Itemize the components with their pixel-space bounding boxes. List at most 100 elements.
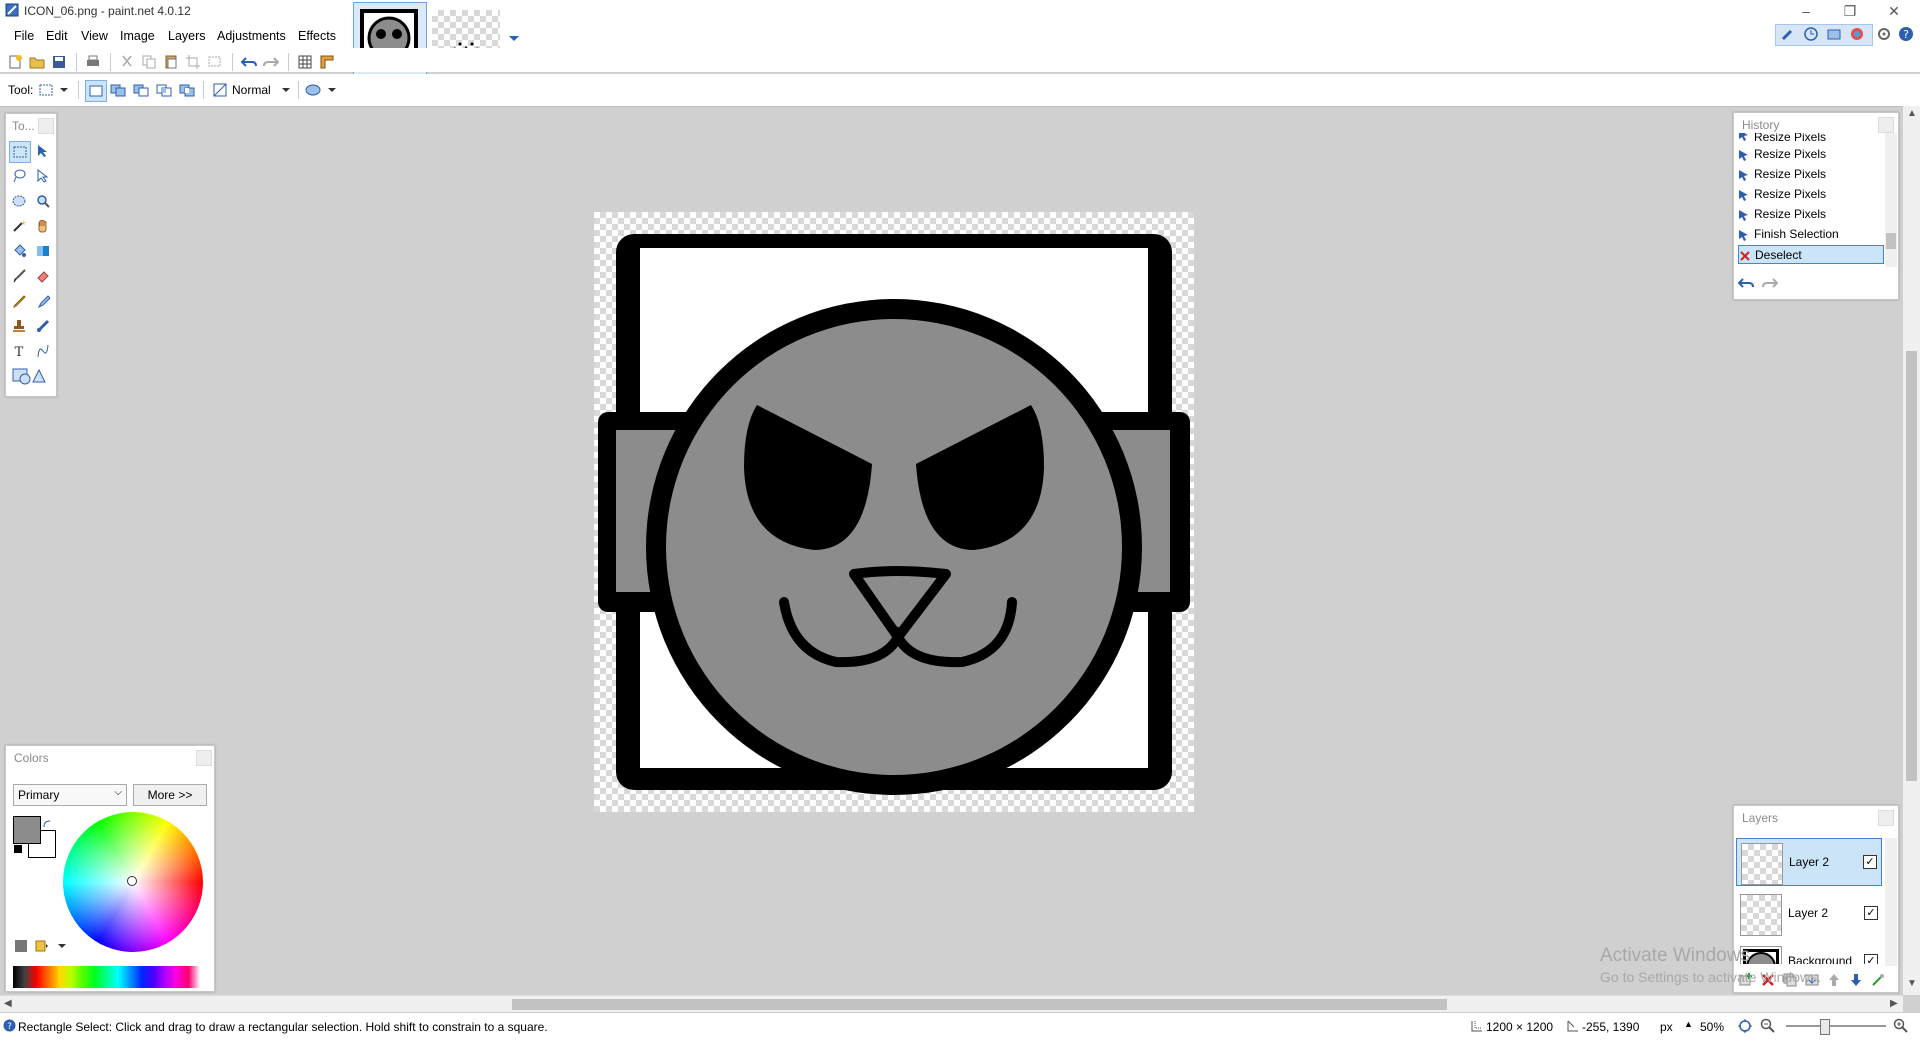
pencil-tool-icon[interactable] (9, 291, 29, 311)
paste-icon[interactable] (163, 54, 179, 70)
layer-row[interactable]: Layer 2 ✓ (1736, 890, 1882, 938)
scroll-left-icon[interactable]: ◀ (4, 998, 12, 1009)
clone-stamp-tool-icon[interactable] (9, 316, 29, 336)
colors-window-icon[interactable] (1849, 26, 1865, 42)
layer-row-selected[interactable]: Layer 2 ✓ (1736, 838, 1882, 886)
scroll-up-icon[interactable]: ▲ (1907, 108, 1917, 119)
history-item-selected[interactable]: Deselect (1738, 245, 1884, 264)
save-icon[interactable] (51, 54, 67, 70)
units-up-arrow-icon[interactable]: ▲ (1684, 1019, 1693, 1029)
more-colors-button[interactable]: More >> (133, 784, 207, 806)
selection-quality-icon[interactable] (212, 82, 228, 98)
zoom-to-window-icon[interactable] (1737, 1018, 1753, 1034)
rectangle-select-tool-icon[interactable] (9, 141, 31, 163)
color-picker-tool-icon[interactable] (33, 291, 53, 311)
selection-mode-replace[interactable] (85, 80, 107, 102)
zoom-slider[interactable] (1786, 1019, 1886, 1035)
layers-panel-close-icon[interactable] (1878, 810, 1894, 826)
menu-edit[interactable]: Edit (46, 29, 68, 43)
move-layer-up-icon[interactable] (1826, 972, 1842, 988)
history-item[interactable]: Resize Pixels (1738, 205, 1884, 224)
move-selected-pixels-tool-icon[interactable] (33, 141, 53, 161)
palette-menu-icon[interactable] (34, 938, 50, 954)
menu-adjustments[interactable]: Adjustments (217, 29, 286, 43)
help-icon[interactable]: ? (1898, 26, 1914, 42)
scroll-down-icon[interactable]: ▼ (1907, 978, 1917, 989)
history-panel-close-icon[interactable] (1878, 117, 1894, 133)
new-file-icon[interactable] (7, 54, 23, 70)
image-canvas[interactable] (594, 212, 1194, 812)
blend-mode-select[interactable]: Normal (232, 83, 271, 97)
menu-view[interactable]: View (81, 29, 108, 43)
color-wheel[interactable] (63, 812, 203, 952)
layer-visibility-checkbox[interactable]: ✓ (1864, 954, 1878, 964)
redo-icon[interactable] (263, 54, 280, 70)
menu-file[interactable]: File (14, 29, 34, 43)
zoom-slider-thumb[interactable] (1820, 1019, 1830, 1035)
selection-mode-xor-icon[interactable] (179, 82, 195, 98)
restore-icon[interactable]: ❐ (1830, 0, 1870, 22)
layer-properties-icon[interactable] (1870, 972, 1886, 988)
selection-mode-intersect-icon[interactable] (156, 82, 172, 98)
document-list-dropdown-icon[interactable] (506, 30, 522, 46)
primary-color-swatch[interactable] (13, 816, 41, 844)
text-tool-icon[interactable]: T (9, 341, 29, 361)
vertical-scrollbar[interactable]: ▲ ▼ (1903, 106, 1920, 995)
eraser-tool-icon[interactable] (33, 266, 53, 286)
color-wheel-marker[interactable] (127, 876, 137, 886)
crop-to-selection-icon[interactable] (185, 54, 201, 70)
scroll-right-icon[interactable]: ▶ (1890, 998, 1898, 1009)
tools-window-icon[interactable] (1780, 26, 1796, 42)
gradient-tool-icon[interactable] (33, 241, 53, 261)
history-window-icon[interactable] (1803, 26, 1819, 42)
blend-mode-dropdown-icon[interactable] (278, 82, 294, 98)
layer-visibility-checkbox[interactable]: ✓ (1863, 855, 1877, 869)
vertical-scrollbar-thumb[interactable] (1906, 351, 1917, 781)
history-item[interactable]: Resize Pixels (1738, 145, 1884, 164)
history-item[interactable]: Finish Selection (1738, 225, 1884, 244)
primary-secondary-select[interactable]: Primary ⌵ (13, 784, 127, 806)
zoom-level[interactable]: 50% (1700, 1020, 1724, 1034)
paint-bucket-tool-icon[interactable] (9, 241, 29, 261)
history-item[interactable]: Resize Pixels (1738, 165, 1884, 184)
undo-icon[interactable] (240, 54, 257, 70)
menu-effects[interactable]: Effects (298, 29, 336, 43)
palette-dropdown-icon[interactable] (54, 938, 70, 954)
cut-icon[interactable] (119, 54, 135, 70)
shapes-tool-icon[interactable] (9, 366, 49, 386)
history-item[interactable]: Resize Pixels (1738, 185, 1884, 204)
reset-colors-icon[interactable] (13, 844, 23, 854)
horizontal-scrollbar[interactable]: ◀ ▶ (0, 995, 1903, 1013)
colors-panel-close-icon[interactable] (196, 750, 212, 766)
current-tool-rectangle-select-icon[interactable] (38, 82, 54, 98)
history-redo-icon[interactable] (1762, 275, 1779, 291)
history-scrollbar[interactable] (1885, 133, 1897, 267)
color-palette-strip[interactable] (13, 966, 208, 988)
magic-wand-tool-icon[interactable] (9, 216, 29, 236)
deselect-tool-icon[interactable] (207, 54, 223, 70)
recolor-tool-icon[interactable] (33, 316, 53, 336)
swap-colors-icon[interactable] (43, 816, 51, 828)
selection-mode-union-icon[interactable] (110, 82, 126, 98)
print-icon[interactable] (85, 54, 101, 70)
minimize-icon[interactable]: – (1786, 0, 1826, 22)
layers-window-icon[interactable] (1826, 26, 1842, 42)
history-undo-icon[interactable] (1737, 275, 1754, 291)
ruler-icon[interactable] (319, 54, 335, 70)
grid-icon[interactable] (297, 54, 313, 70)
tools-panel-close-icon[interactable] (38, 118, 54, 134)
lasso-select-tool-icon[interactable] (9, 166, 29, 186)
zoom-out-icon[interactable] (1760, 1018, 1776, 1034)
pan-tool-icon[interactable] (33, 216, 53, 236)
paintbrush-tool-icon[interactable] (9, 266, 29, 286)
tool-dropdown-icon[interactable] (56, 82, 72, 98)
close-icon[interactable]: ✕ (1874, 0, 1914, 22)
add-to-palette-icon[interactable] (13, 938, 29, 954)
history-item[interactable]: Resize Pixels (1738, 133, 1884, 145)
menu-image[interactable]: Image (120, 29, 155, 43)
move-layer-down-icon[interactable] (1848, 972, 1864, 988)
copy-icon[interactable] (141, 54, 157, 70)
history-scrollbar-thumb[interactable] (1886, 233, 1896, 249)
open-file-icon[interactable] (29, 54, 45, 70)
ellipse-select-tool-icon[interactable] (9, 191, 29, 211)
